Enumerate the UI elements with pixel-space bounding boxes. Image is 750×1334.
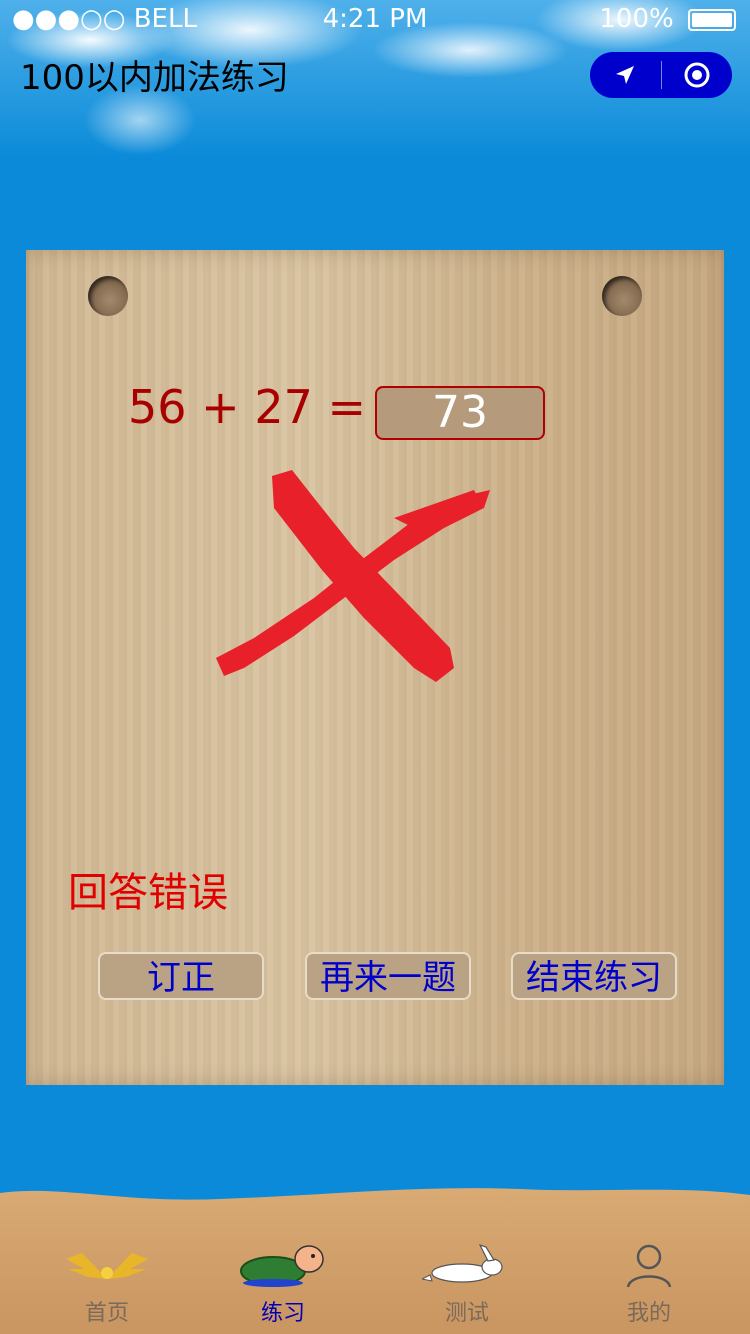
question-text: 56 + 27 = (128, 380, 367, 434)
tab-label-practice: 练习 (260, 1301, 305, 1326)
result-message: 回答错误 (68, 870, 228, 916)
turtle-icon (240, 1245, 324, 1287)
tab-label-home: 首页 (84, 1301, 129, 1326)
tab-home[interactable]: 首页 (42, 1243, 172, 1327)
page-title: 100以内加法练习 (20, 58, 289, 98)
wrong-cross-icon (216, 470, 490, 682)
location-arrow-icon[interactable] (590, 52, 661, 98)
correct-button[interactable]: 订正 (98, 952, 264, 1000)
next-question-button[interactable]: 再来一题 (305, 952, 471, 1000)
tab-label-test: 测试 (444, 1301, 489, 1326)
tab-practice[interactable]: 练习 (218, 1243, 348, 1327)
rabbit-icon (420, 1243, 503, 1283)
board-hole-left (88, 276, 128, 316)
battery-status: 100% (599, 4, 736, 34)
answer-field[interactable]: 73 (375, 386, 545, 440)
board-hole-right (602, 276, 642, 316)
tab-bar: 首页 练习 测试 我的 (0, 1185, 750, 1334)
tab-mine[interactable]: 我的 (584, 1243, 714, 1327)
mini-program-capsule (590, 52, 732, 98)
wooden-board: 56 + 27 = 73 回答错误 订正 再来一题 结束练习 (26, 250, 724, 1085)
tab-label-mine: 我的 (626, 1301, 671, 1326)
wings-icon (66, 1253, 148, 1279)
battery-icon (688, 8, 736, 31)
end-practice-button[interactable]: 结束练习 (511, 952, 677, 1000)
target-icon[interactable] (662, 52, 733, 98)
tab-test[interactable]: 测试 (402, 1243, 532, 1327)
user-icon (626, 1244, 672, 1288)
status-bar: ●●●○○ BELL 4:21 PM 100% (0, 0, 750, 40)
battery-percent: 100% (599, 4, 674, 34)
